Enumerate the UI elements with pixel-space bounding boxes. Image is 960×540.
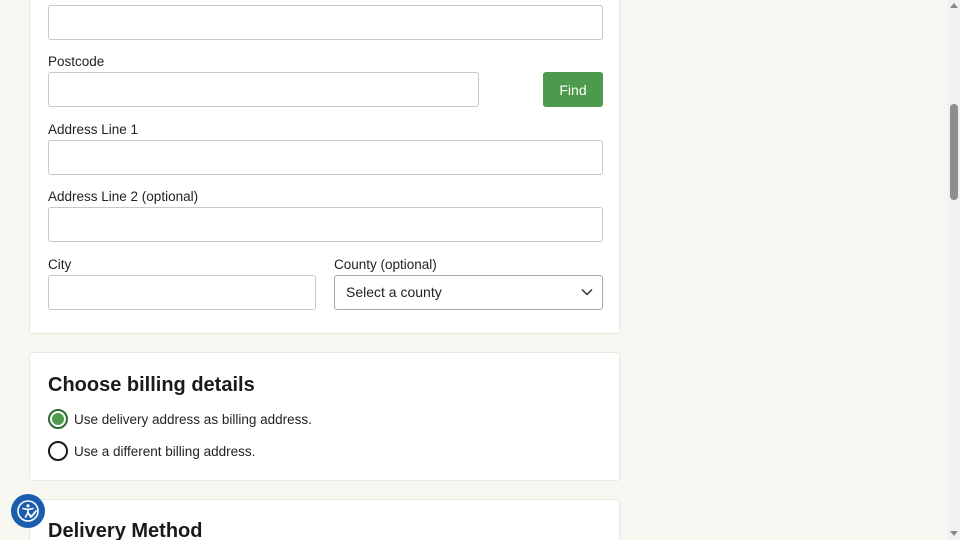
address-line2-input[interactable] (48, 207, 603, 242)
billing-option-label: Use a different billing address. (74, 443, 256, 459)
postcode-label: Postcode (48, 54, 105, 69)
address-card: Postcode Find Address Line 1 Address Lin… (29, 0, 620, 334)
city-input[interactable] (48, 275, 316, 310)
billing-option-label: Use delivery address as billing address. (74, 411, 312, 427)
county-label: County (optional) (334, 257, 437, 272)
address-line2-label: Address Line 2 (optional) (48, 189, 199, 204)
accessibility-icon (17, 500, 39, 522)
delivery-title: Delivery Method (48, 520, 203, 540)
county-select-value: Select a county (346, 284, 442, 300)
postcode-input[interactable] (48, 72, 479, 107)
county-select[interactable]: Select a county (334, 275, 603, 310)
address-line1-label: Address Line 1 (48, 122, 139, 137)
previous-field-input[interactable] (48, 5, 603, 40)
billing-card: Choose billing details Use delivery addr… (29, 352, 620, 481)
billing-title: Choose billing details (48, 374, 255, 396)
billing-option-different-address[interactable]: Use a different billing address. (48, 441, 255, 461)
find-button[interactable]: Find (543, 72, 603, 107)
radio-checked[interactable] (48, 409, 68, 429)
delivery-card: Delivery Method (29, 499, 620, 540)
billing-option-same-address[interactable]: Use delivery address as billing address. (48, 409, 312, 429)
checkout-page: Postcode Find Address Line 1 Address Lin… (0, 0, 960, 540)
scrollbar-thumb[interactable] (950, 104, 958, 200)
city-label: City (48, 257, 72, 272)
address-line1-input[interactable] (48, 140, 603, 175)
scroll-up-icon[interactable] (950, 3, 958, 8)
accessibility-button[interactable] (11, 494, 45, 528)
radio-unchecked[interactable] (48, 441, 68, 461)
chevron-down-icon (581, 288, 593, 296)
page-scrollbar[interactable] (948, 0, 960, 540)
scroll-down-icon[interactable] (950, 531, 958, 536)
